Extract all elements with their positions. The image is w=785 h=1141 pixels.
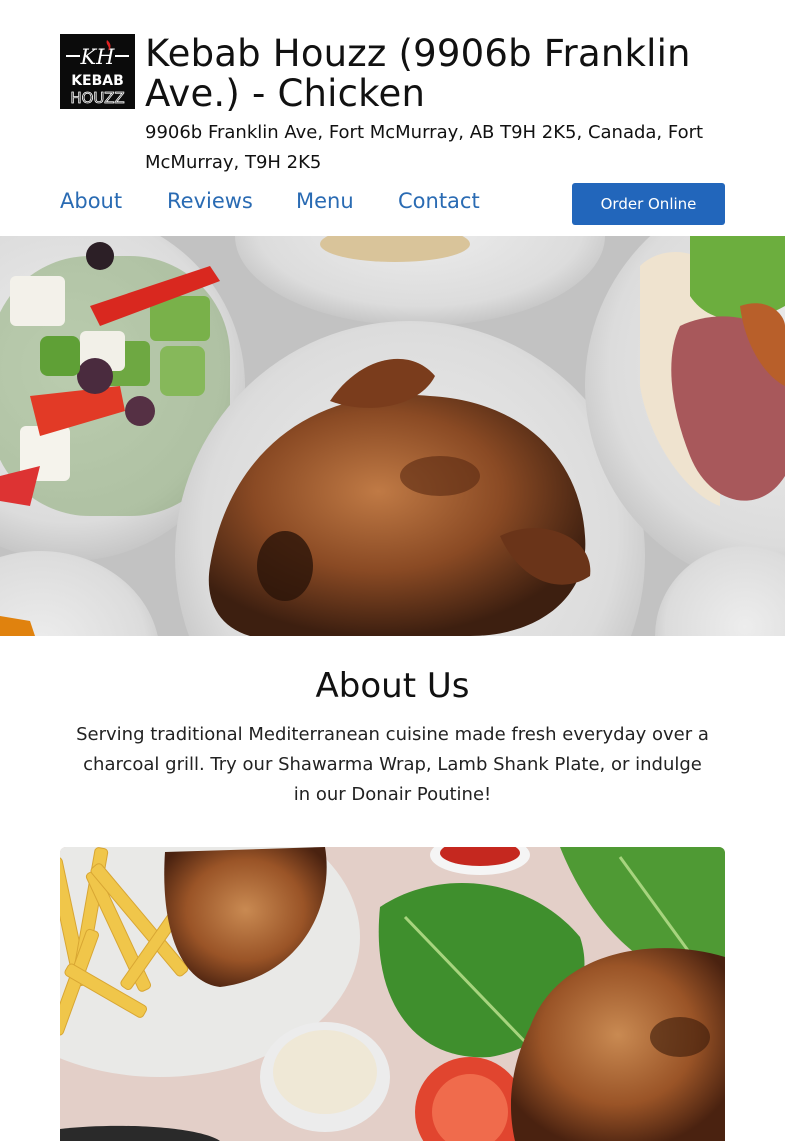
svg-text:KEBAB: KEBAB (71, 73, 124, 89)
svg-text:HOUZZ: HOUZZ (70, 89, 124, 107)
hero-food-image (0, 236, 785, 636)
about-heading: About Us (315, 666, 470, 706)
order-online-button[interactable]: Order Online (572, 183, 725, 225)
nav-link-menu[interactable]: Menu (296, 189, 354, 213)
restaurant-logo[interactable]: KH KEBAB HOUZZ (60, 34, 135, 109)
chicken-fries-photo (60, 847, 725, 1141)
nav-link-reviews[interactable]: Reviews (167, 189, 253, 213)
main-nav: About Reviews Menu Contact Order Online (60, 183, 725, 225)
title-block: Kebab Houzz (9906b Franklin Ave.) - Chic… (145, 34, 725, 178)
page-title: Kebab Houzz (9906b Franklin Ave.) - Chic… (145, 32, 691, 115)
nav-link-about[interactable]: About (60, 189, 122, 213)
restaurant-address: 9906b Franklin Ave, Fort McMurray, AB T9… (145, 122, 704, 173)
about-section: About Us Serving traditional Mediterrane… (60, 664, 725, 810)
nav-link-contact[interactable]: Contact (398, 189, 480, 213)
about-description: Serving traditional Mediterranean cuisin… (76, 724, 709, 805)
